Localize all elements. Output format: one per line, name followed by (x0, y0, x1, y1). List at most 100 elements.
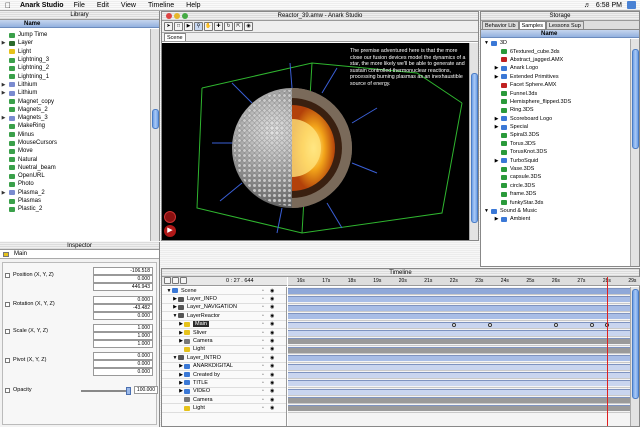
visibility-eye-icon[interactable]: ◉ (270, 338, 274, 344)
camera-tool-icon[interactable]: ◉ (244, 22, 253, 31)
timeline-layer[interactable]: ▶ VIDEO ▫ ◉ (162, 388, 286, 397)
timeline-layer[interactable]: ▼ LayerReactor ▫ ◉ (162, 312, 286, 321)
lock-icon[interactable]: ▫ (262, 330, 264, 336)
expand-arrow-icon[interactable]: ▼ (483, 208, 490, 214)
opacity-input[interactable]: 100.000 (134, 386, 158, 394)
library-item[interactable]: MakeRing (0, 122, 150, 130)
storage-item[interactable]: Vase.3DS (483, 165, 628, 173)
expand-arrow-icon[interactable]: ▶ (0, 90, 7, 96)
position-key-icon[interactable] (5, 273, 10, 278)
visibility-eye-icon[interactable]: ◉ (270, 355, 274, 361)
scale-y-input[interactable]: 1.000 (93, 332, 153, 340)
finder-icon[interactable] (627, 1, 636, 9)
storage-scrollbar[interactable] (630, 39, 639, 266)
opacity-key-icon[interactable] (5, 388, 10, 393)
timeline-layer[interactable]: Light ▫ ◉ (162, 404, 286, 413)
track-bar[interactable] (288, 346, 631, 353)
timeline-layer[interactable]: ▶ Camera ▫ ◉ (162, 337, 286, 346)
storage-item[interactable]: ▶ Ambient (483, 215, 628, 223)
storage-item[interactable]: ▶ Anark Logo (483, 64, 628, 72)
library-item[interactable]: Plastic_2 (0, 205, 150, 213)
menu-edit[interactable]: Edit (97, 2, 109, 9)
menu-file[interactable]: File (74, 2, 85, 9)
library-item[interactable]: Magnet_copy (0, 97, 150, 105)
timeline-options-icon[interactable] (164, 277, 171, 284)
lock-icon[interactable]: ▫ (262, 346, 264, 352)
scene-scrollbar[interactable] (469, 43, 478, 240)
tab-scene[interactable]: Scene (164, 33, 186, 41)
visibility-eye-icon[interactable]: ◉ (270, 313, 274, 319)
lock-icon[interactable]: ▫ (262, 380, 264, 386)
storage-item[interactable]: ▼ 3D (483, 39, 628, 47)
timeline-layer[interactable]: ▶ Main ▫ ◉ (162, 321, 286, 329)
lock-icon[interactable]: ▫ (262, 321, 264, 327)
zoom-window-icon[interactable] (182, 13, 188, 19)
timeline-layer[interactable]: ▶ Layer_INFO ▫ ◉ (162, 295, 286, 304)
rotation-y-input[interactable]: -43.482 (93, 304, 153, 312)
storage-item[interactable]: funkyStar.3ds (483, 198, 628, 206)
library-item[interactable]: OpenURL (0, 172, 150, 180)
library-item[interactable]: ▶ Lithium (0, 89, 150, 97)
visibility-eye-icon[interactable]: ◉ (270, 388, 274, 394)
track-bar[interactable] (288, 380, 631, 387)
storage-scroll-thumb[interactable] (632, 49, 639, 149)
library-item[interactable]: ▶ Magnets_3 (0, 114, 150, 122)
storage-item[interactable]: Spiral3.3DS (483, 131, 628, 139)
rotation-key-icon[interactable] (5, 302, 10, 307)
scale-key-icon[interactable] (5, 329, 10, 334)
storage-item[interactable]: Ring.3DS (483, 106, 628, 114)
lock-icon[interactable]: ▫ (262, 313, 264, 319)
storage-item[interactable]: Facet Sphere.AMX (483, 81, 628, 89)
nav-play-button[interactable]: ▶ (164, 225, 176, 237)
library-item[interactable]: Light (0, 48, 150, 56)
timeline-layer[interactable]: ▶ Created by ▫ ◉ (162, 371, 286, 380)
timeline-time-display[interactable]: 0 : 27 . 644 (226, 277, 254, 286)
keyframe-marker[interactable] (487, 322, 492, 327)
track-bar[interactable] (288, 355, 631, 362)
storage-item[interactable]: capsule.3DS (483, 173, 628, 181)
nav-back-button[interactable] (164, 211, 176, 223)
timeline-layer[interactable]: ▼ Scene ▫ ◉ (162, 287, 286, 296)
expand-arrow-icon[interactable]: ▶ (0, 115, 7, 121)
library-item[interactable]: Lightning_1 (0, 72, 150, 80)
track-bar[interactable] (288, 296, 631, 303)
pan-tool-icon[interactable]: ✋ (204, 22, 213, 31)
expand-arrow-icon[interactable]: ▶ (493, 216, 500, 222)
visibility-eye-icon[interactable]: ◉ (270, 380, 274, 386)
library-item[interactable]: Jump Time (0, 31, 150, 39)
menu-help[interactable]: Help (186, 2, 200, 9)
expand-arrow-icon[interactable]: ▶ (493, 124, 500, 130)
timeline-layer[interactable]: Light ▫ ◉ (162, 346, 286, 355)
library-scrollbar[interactable] (150, 29, 159, 241)
lock-icon[interactable]: ▫ (262, 338, 264, 344)
pivot-z-input[interactable]: 0.000 (93, 368, 153, 376)
library-item[interactable]: ▶ Plasma_2 (0, 189, 150, 197)
storage-item[interactable]: ▶ Scoreboard Logo (483, 115, 628, 123)
visibility-eye-icon[interactable]: ◉ (270, 363, 274, 369)
menu-view[interactable]: View (121, 2, 136, 9)
menu-clock[interactable]: 6:58 PM (596, 2, 622, 9)
track-bar[interactable] (288, 363, 631, 370)
track-bar[interactable] (288, 288, 631, 294)
volume-icon[interactable]: ♬ (584, 2, 591, 9)
library-item[interactable]: Photo (0, 180, 150, 188)
select-tool-icon[interactable]: □ (174, 22, 183, 31)
keyframe-marker[interactable] (589, 322, 594, 327)
track-bar[interactable] (288, 338, 631, 345)
visibility-eye-icon[interactable]: ◉ (270, 397, 274, 403)
storage-item[interactable]: Torus.3DS (483, 140, 628, 148)
move-tool-icon[interactable]: ✚ (214, 22, 223, 31)
tab-behavior-lib[interactable]: Behavior Lib (482, 21, 519, 29)
track-bar[interactable] (288, 371, 631, 378)
menu-timeline[interactable]: Timeline (148, 2, 174, 9)
library-item[interactable]: Nuetral_beam (0, 164, 150, 172)
visibility-eye-icon[interactable]: ◉ (270, 296, 274, 302)
expand-arrow-icon[interactable]: ▼ (483, 40, 490, 46)
opacity-slider[interactable] (81, 387, 131, 395)
track-bar[interactable] (288, 329, 631, 336)
library-item[interactable]: Natural (0, 155, 150, 163)
storage-column-header[interactable]: Name (481, 30, 639, 38)
visibility-eye-icon[interactable]: ◉ (270, 346, 274, 352)
expand-arrow-icon[interactable]: ▶ (0, 82, 7, 88)
library-scroll-thumb[interactable] (152, 109, 159, 129)
